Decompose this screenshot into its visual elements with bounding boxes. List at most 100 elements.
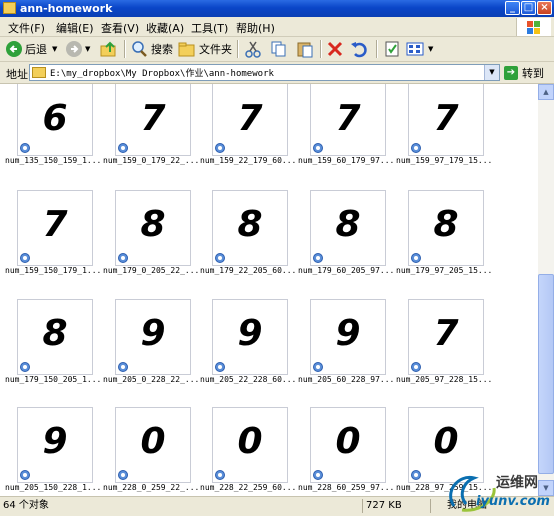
file-thumbnail[interactable]: 8 bbox=[115, 190, 191, 266]
scroll-up-icon[interactable]: ▲ bbox=[538, 84, 554, 100]
file-thumbnail[interactable]: 9 bbox=[212, 299, 288, 375]
image-file-icon bbox=[313, 362, 323, 372]
properties-button[interactable] bbox=[383, 39, 401, 59]
watermark-url: iyunv.com bbox=[476, 494, 550, 509]
up-folder-icon bbox=[100, 41, 116, 57]
file-thumbnail[interactable]: 8 bbox=[310, 190, 386, 266]
file-thumbnail[interactable]: 8 bbox=[212, 190, 288, 266]
file-name[interactable]: num_159_22_179_60... bbox=[200, 156, 298, 165]
file-name[interactable]: num_205_0_228_22_... bbox=[103, 375, 201, 384]
file-name[interactable]: num_179_22_205_60... bbox=[200, 266, 298, 275]
search-label: 搜索 bbox=[151, 43, 173, 56]
window-title: ann-homework bbox=[20, 2, 113, 15]
file-name[interactable]: num_205_97_228_15... bbox=[396, 375, 494, 384]
digit-image: 7 bbox=[335, 98, 361, 139]
menu-help[interactable]: 帮助(H) bbox=[236, 20, 275, 36]
file-name[interactable]: num_205_150_228_1... bbox=[5, 483, 103, 492]
vertical-scrollbar[interactable]: ▲ ▼ bbox=[538, 84, 554, 496]
file-name[interactable]: num_179_60_205_97... bbox=[298, 266, 396, 275]
file-name[interactable]: num_179_150_205_1... bbox=[5, 375, 103, 384]
scissors-icon bbox=[245, 41, 261, 58]
file-thumbnail[interactable]: 0 bbox=[115, 407, 191, 483]
file-thumbnail[interactable]: 7 bbox=[212, 84, 288, 156]
menu-edit[interactable]: 编辑(E) bbox=[56, 20, 94, 36]
back-dropdown-icon[interactable]: ▼ bbox=[52, 45, 57, 53]
file-thumbnail[interactable]: 8 bbox=[17, 299, 93, 375]
image-file-icon bbox=[215, 362, 225, 372]
file-name[interactable]: num_179_97_205_15... bbox=[396, 266, 494, 275]
search-button[interactable]: 搜索 bbox=[130, 39, 173, 59]
digit-image: 6 bbox=[42, 98, 68, 139]
scrollbar-thumb[interactable] bbox=[538, 274, 554, 474]
image-file-icon bbox=[118, 470, 128, 480]
undo-icon bbox=[351, 42, 367, 58]
image-file-icon bbox=[20, 470, 30, 480]
file-thumbnail[interactable]: 9 bbox=[310, 299, 386, 375]
folders-button[interactable]: 文件夹 bbox=[178, 39, 232, 59]
file-name[interactable]: num_159_0_179_22_... bbox=[103, 156, 201, 165]
file-thumbnail[interactable]: 7 bbox=[115, 84, 191, 156]
image-file-icon bbox=[411, 143, 421, 153]
watermark-title: 运维网 bbox=[496, 475, 538, 491]
views-dropdown-icon[interactable]: ▼ bbox=[428, 45, 433, 53]
digit-image: 7 bbox=[42, 204, 68, 245]
file-name[interactable]: num_228_0_259_22_... bbox=[103, 483, 201, 492]
digit-image: 0 bbox=[140, 421, 166, 462]
properties-icon bbox=[385, 41, 399, 57]
file-name[interactable]: num_135_150_159_1... bbox=[5, 156, 103, 165]
menu-favorites[interactable]: 收藏(A) bbox=[146, 20, 184, 36]
digit-image: 0 bbox=[433, 421, 459, 462]
views-button[interactable]: ▼ bbox=[406, 39, 433, 59]
go-label: 转到 bbox=[522, 66, 544, 80]
forward-arrow-icon bbox=[66, 41, 82, 57]
file-thumbnail[interactable]: 7 bbox=[408, 299, 484, 375]
menu-view[interactable]: 查看(V) bbox=[101, 20, 139, 36]
cut-button[interactable] bbox=[244, 39, 262, 59]
address-value[interactable]: E:\my_dropbox\My Dropbox\作业\ann-homework bbox=[50, 66, 274, 79]
copy-button[interactable] bbox=[270, 39, 288, 59]
maximize-button[interactable]: □ bbox=[521, 1, 536, 15]
file-thumbnail[interactable]: 7 bbox=[310, 84, 386, 156]
file-name[interactable]: num_205_22_228_60... bbox=[200, 375, 298, 384]
up-folder-button[interactable] bbox=[100, 39, 118, 59]
delete-button[interactable] bbox=[326, 39, 344, 59]
digit-image: 7 bbox=[433, 313, 459, 354]
file-name[interactable]: num_179_0_205_22_... bbox=[103, 266, 201, 275]
undo-button[interactable] bbox=[350, 39, 368, 59]
search-icon bbox=[132, 41, 147, 57]
file-name[interactable]: num_159_150_179_1... bbox=[5, 266, 103, 275]
file-thumbnail[interactable]: 0 bbox=[310, 407, 386, 483]
paste-button[interactable] bbox=[296, 39, 314, 59]
back-arrow-icon bbox=[6, 41, 22, 57]
image-file-icon bbox=[118, 143, 128, 153]
title-bar: ann-homework _ □ × bbox=[0, 0, 554, 17]
forward-dropdown-icon[interactable]: ▼ bbox=[85, 45, 90, 53]
address-field[interactable]: E:\my_dropbox\My Dropbox\作业\ann-homework… bbox=[29, 64, 500, 81]
file-list-view[interactable]: 6 num_135_150_159_1... 7 num_159_0_179_22_.… bbox=[0, 84, 538, 496]
file-name[interactable]: num_228_60_259_97... bbox=[298, 483, 396, 492]
file-thumbnail[interactable]: 9 bbox=[17, 407, 93, 483]
digit-image: 9 bbox=[237, 313, 263, 354]
back-button[interactable]: 后退 ▼ bbox=[6, 39, 57, 59]
minimize-button[interactable]: _ bbox=[505, 1, 520, 15]
file-thumbnail[interactable]: 9 bbox=[115, 299, 191, 375]
file-name[interactable]: num_205_60_228_97... bbox=[298, 375, 396, 384]
go-button[interactable]: ➔ 转到 bbox=[504, 64, 544, 81]
file-thumbnail[interactable]: 6 bbox=[17, 84, 93, 156]
file-name[interactable]: num_159_97_179_15... bbox=[396, 156, 494, 165]
close-button[interactable]: × bbox=[537, 1, 552, 15]
file-thumbnail[interactable]: 7 bbox=[408, 84, 484, 156]
folder-icon bbox=[3, 2, 16, 14]
file-thumbnail[interactable]: 7 bbox=[17, 190, 93, 266]
file-thumbnail[interactable]: 8 bbox=[408, 190, 484, 266]
file-name[interactable]: num_159_60_179_97... bbox=[298, 156, 396, 165]
menu-file[interactable]: 文件(F) bbox=[8, 20, 45, 36]
file-thumbnail[interactable]: 0 bbox=[212, 407, 288, 483]
address-dropdown-icon[interactable]: ▼ bbox=[484, 65, 499, 80]
file-name[interactable]: num_228_22_259_60... bbox=[200, 483, 298, 492]
menu-tools[interactable]: 工具(T) bbox=[191, 20, 228, 36]
digit-image: 7 bbox=[140, 98, 166, 139]
image-file-icon bbox=[118, 362, 128, 372]
forward-button[interactable]: ▼ bbox=[66, 39, 90, 59]
digit-image: 8 bbox=[237, 204, 263, 245]
